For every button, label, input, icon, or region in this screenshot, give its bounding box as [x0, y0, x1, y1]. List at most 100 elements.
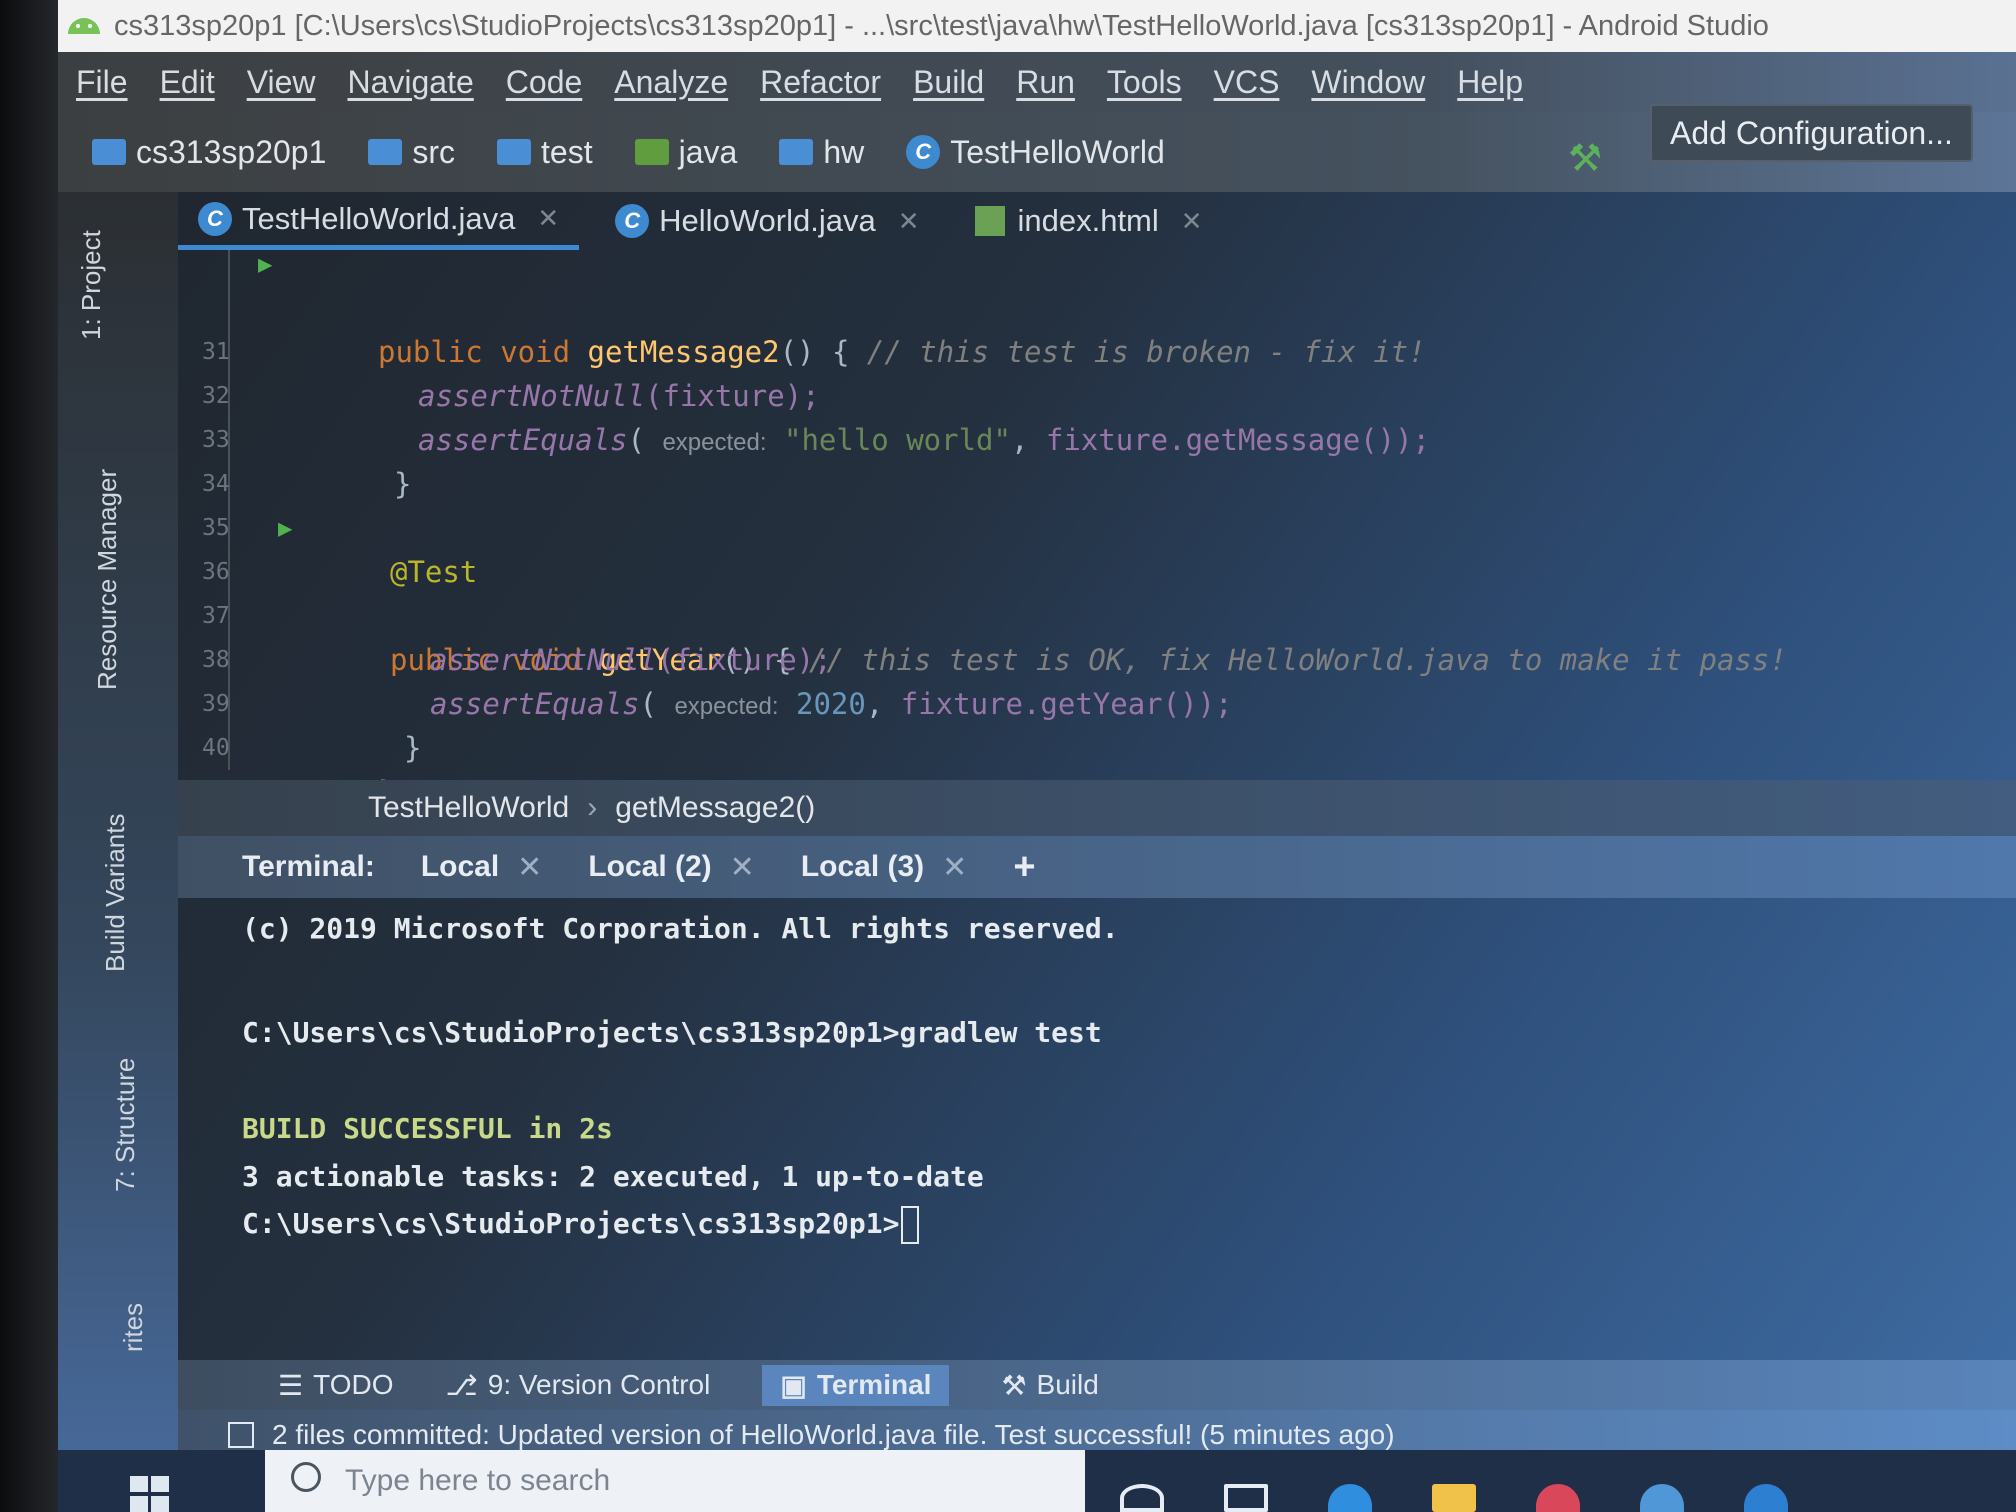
list-icon: ☰ — [278, 1369, 304, 1401]
code-line: ▶ public void getMessage2() { // this te… — [178, 242, 2016, 369]
title-bar: cs313sp20p1 [C:\Users\cs\StudioProjects\… — [58, 0, 2016, 52]
menu-build[interactable]: Build — [913, 64, 984, 101]
window-icon[interactable] — [228, 1422, 254, 1448]
code-line: 41 — [178, 726, 2016, 805]
nav-crumb-src[interactable]: src — [368, 134, 455, 171]
menu-vcs[interactable]: VCS — [1214, 64, 1280, 101]
menu-analyze[interactable]: Analyze — [614, 64, 728, 101]
menu-bar: File Edit View Navigate Code Analyze Ref… — [58, 52, 2016, 112]
monitor-bezel — [0, 0, 58, 1512]
nav-crumb-class[interactable]: C TestHelloWorld — [906, 134, 1165, 171]
package-icon — [779, 139, 814, 165]
task-view-icon[interactable] — [1224, 1484, 1268, 1512]
android-studio-window: cs313sp20p1 [C:\Users\cs\StudioProjects\… — [58, 0, 2016, 1512]
chrome-icon[interactable] — [1536, 1484, 1580, 1512]
hammer-icon: ⚒ — [1001, 1369, 1027, 1401]
windows-start-icon[interactable] — [130, 1476, 170, 1512]
text-cursor — [901, 1206, 920, 1244]
menu-window[interactable]: Window — [1311, 64, 1425, 101]
close-icon[interactable]: ✕ — [730, 850, 755, 885]
folder-icon — [497, 139, 532, 165]
status-message[interactable]: 2 files committed: Updated version of He… — [272, 1419, 1395, 1451]
run-test-icon[interactable]: ▶ — [258, 242, 272, 286]
file-explorer-icon[interactable] — [1432, 1484, 1476, 1512]
run-test-icon[interactable]: ▶ — [278, 506, 292, 550]
code-breadcrumb: TestHelloWorld › getMessage2() — [178, 780, 2016, 836]
close-icon[interactable]: ✕ — [942, 850, 967, 885]
chevron-right-icon: › — [587, 791, 598, 824]
close-icon[interactable]: ✕ — [898, 206, 920, 237]
menu-file[interactable]: File — [76, 64, 128, 101]
code-line: 33 } — [202, 427, 412, 501]
branch-icon: ⎇ — [445, 1369, 478, 1401]
nav-crumb-java[interactable]: java — [634, 134, 737, 171]
tool-terminal[interactable]: ▣ Terminal — [762, 1364, 950, 1406]
code-line: 39 } — [202, 691, 422, 765]
project-folder-icon — [92, 139, 126, 165]
android-logo-icon — [68, 18, 100, 34]
vscode-icon[interactable] — [1744, 1484, 1788, 1512]
terminal-output[interactable]: (c) 2019 Microsoft Corporation. All righ… — [178, 898, 2016, 1368]
folder-icon — [368, 139, 403, 165]
tool-favorites[interactable]: rites — [118, 1303, 149, 1352]
terminal-label: Terminal: — [242, 850, 375, 883]
nav-crumb-hw[interactable]: hw — [779, 134, 864, 171]
menu-refactor[interactable]: Refactor — [760, 64, 881, 101]
code-line: 38 assertEquals( expected: 2020, fixture… — [202, 647, 1233, 721]
tool-build[interactable]: ⚒ Build — [1001, 1369, 1098, 1402]
tool-project[interactable]: 1: Project — [76, 230, 107, 340]
close-icon[interactable]: ✕ — [537, 203, 559, 234]
terminal-tab-local[interactable]: Local ✕ — [421, 850, 543, 885]
terminal-line: BUILD SUCCESSFUL in 2s — [242, 1112, 613, 1145]
menu-code[interactable]: Code — [506, 64, 583, 101]
code-line: 35 @Test — [202, 515, 478, 589]
terminal-line: (c) 2019 Microsoft Corporation. All righ… — [242, 912, 1119, 945]
code-line: 31 assertNotNull(fixture); — [202, 339, 820, 413]
code-line: 40 } — [202, 735, 395, 809]
terminal-line: 3 actionable tasks: 2 executed, 1 up-to-… — [242, 1160, 984, 1193]
tool-structure[interactable]: 7: Structure — [110, 1058, 141, 1192]
tool-resource-manager[interactable]: Resource Manager — [92, 469, 123, 690]
code-line: 37 assertNotNull(fixture); — [202, 603, 832, 677]
window-title: cs313sp20p1 [C:\Users\cs\StudioProjects\… — [114, 9, 1769, 42]
close-icon[interactable]: ✕ — [1181, 206, 1203, 237]
android-studio-taskbar-icon[interactable] — [1640, 1484, 1684, 1512]
terminal-line: C:\Users\cs\StudioProjects\cs313sp20p1>g… — [242, 1016, 1102, 1049]
menu-run[interactable]: Run — [1016, 64, 1075, 101]
menu-edit[interactable]: Edit — [160, 64, 215, 101]
tool-build-variants[interactable]: Build Variants — [100, 814, 131, 973]
terminal-icon: ▣ — [780, 1369, 807, 1401]
cortana-icon[interactable] — [1120, 1484, 1164, 1512]
html-file-icon — [975, 206, 1006, 236]
left-tool-strip: 1: Project Resource Manager Build Varian… — [58, 192, 178, 1462]
menu-navigate[interactable]: Navigate — [347, 64, 473, 101]
edge-browser-icon[interactable] — [1328, 1484, 1372, 1512]
breadcrumb-class[interactable]: TestHelloWorld — [368, 791, 569, 825]
terminal-prompt[interactable]: C:\Users\cs\StudioProjects\cs313sp20p1> — [242, 1206, 920, 1244]
menu-tools[interactable]: Tools — [1107, 64, 1182, 101]
terminal-tabs: Terminal: Local ✕ Local (2) ✕ Local (3) ✕ + — [178, 836, 2016, 898]
nav-crumb-project[interactable]: cs313sp20p1 — [92, 134, 326, 171]
terminal-tab-local-3[interactable]: Local (3) ✕ — [801, 850, 968, 885]
close-icon[interactable]: ✕ — [517, 850, 542, 885]
test-folder-icon — [634, 139, 669, 165]
taskbar-search-input[interactable]: Type here to search — [265, 1450, 1085, 1512]
add-configuration-button[interactable]: Add Configuration... — [1650, 104, 1973, 162]
tool-todo[interactable]: ☰ TODO — [278, 1369, 394, 1402]
breadcrumb-method[interactable]: getMessage2() — [615, 791, 815, 825]
taskbar-app-icons — [1120, 1484, 1788, 1512]
new-terminal-button[interactable]: + — [1013, 846, 1035, 889]
menu-view[interactable]: View — [247, 64, 316, 101]
code-line: 34 — [202, 471, 230, 497]
tool-version-control[interactable]: ⎇ 9: Version Control — [446, 1369, 711, 1402]
class-icon: C — [615, 204, 650, 238]
code-editor[interactable]: ▶ public void getMessage2() { // this te… — [178, 250, 2016, 809]
class-icon: C — [906, 135, 941, 169]
terminal-tab-local-2[interactable]: Local (2) ✕ — [588, 850, 755, 885]
test-class-icon: C — [198, 201, 232, 236]
search-icon — [291, 1462, 321, 1492]
hammer-icon[interactable]: ⚒ — [1568, 136, 1602, 181]
menu-help[interactable]: Help — [1457, 64, 1523, 101]
code-line: 32 assertEquals( expected: "hello world"… — [202, 383, 1430, 457]
nav-crumb-test[interactable]: test — [497, 134, 593, 171]
